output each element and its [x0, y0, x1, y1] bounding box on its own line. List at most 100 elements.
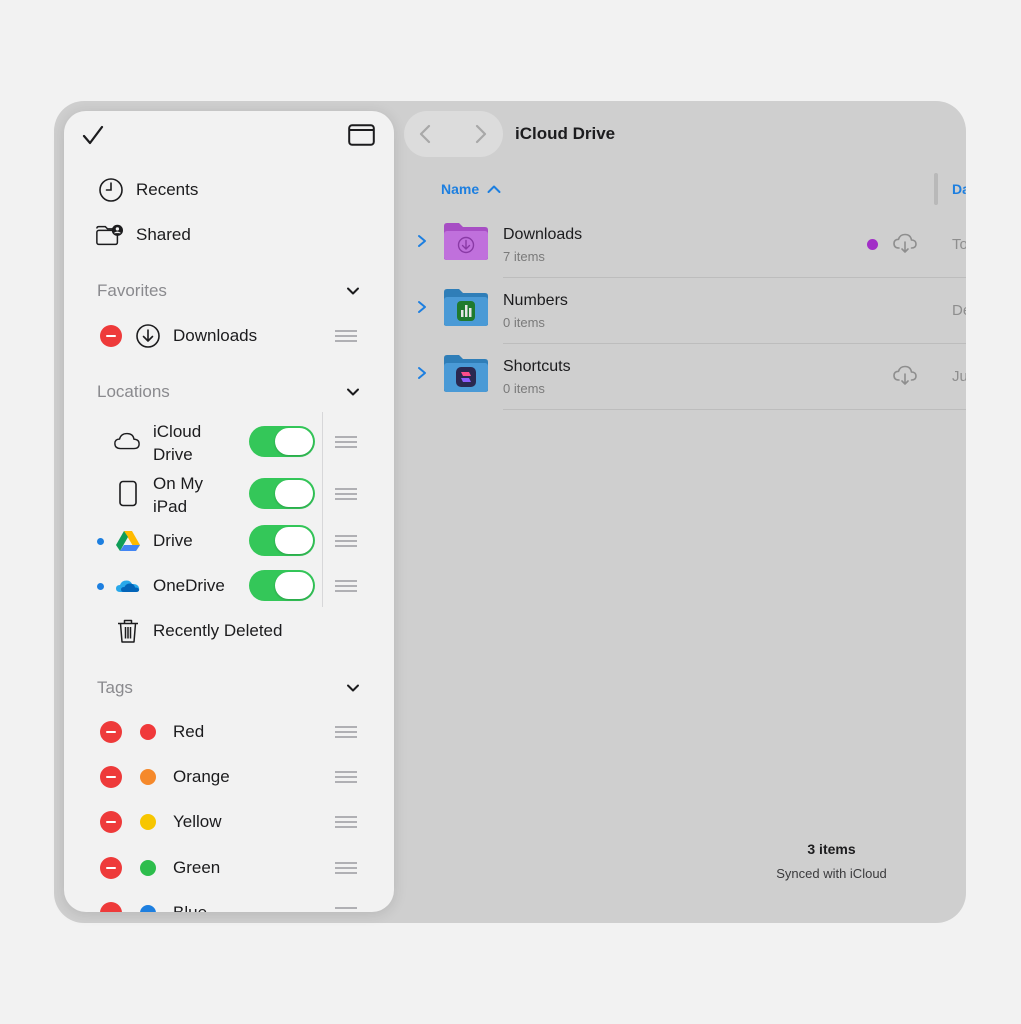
tag-item-yellow[interactable]: Yellow: [64, 802, 394, 842]
file-name: Shortcuts: [503, 358, 571, 375]
blue-tag-dot: [140, 905, 156, 912]
page-title: iCloud Drive: [515, 124, 616, 143]
row-divider: [503, 409, 966, 410]
location-item-on-my-ipad[interactable]: On My iPad: [64, 471, 394, 517]
clock-icon: [99, 178, 123, 202]
file-row-shortcuts[interactable]: Shortcuts 0 items Ju: [404, 344, 966, 410]
sidebar-toggle-icon[interactable]: [348, 124, 375, 146]
drive-toggle[interactable]: [249, 525, 315, 556]
icloud-drive-toggle[interactable]: [249, 426, 315, 457]
sidebar-item-label: Green: [173, 858, 221, 877]
cloud-download-icon[interactable]: [892, 364, 918, 386]
sidebar-item-label: Downloads: [173, 326, 258, 345]
tag-item-blue[interactable]: Blue: [64, 893, 394, 912]
file-date: Ju: [952, 368, 966, 385]
new-location-dot: [97, 583, 104, 590]
download-folder-icon: [444, 223, 488, 260]
tag-item-orange[interactable]: Orange: [64, 757, 394, 797]
remove-button[interactable]: [100, 325, 122, 347]
disclosure-chevron-icon[interactable]: [415, 366, 429, 380]
sidebar-item-label: Drive: [153, 531, 193, 550]
item-count: 3 items: [807, 841, 856, 857]
chevron-down-icon[interactable]: [345, 283, 361, 299]
on-my-ipad-toggle[interactable]: [249, 478, 315, 509]
remove-button[interactable]: [100, 857, 122, 879]
sidebar-item-recents[interactable]: Recents: [64, 170, 394, 210]
sidebar-item-shared[interactable]: Shared: [64, 215, 394, 255]
cloud-icon: [114, 432, 140, 450]
tag-item-red[interactable]: Red: [64, 712, 394, 752]
favorite-item-downloads[interactable]: Downloads: [64, 316, 394, 356]
chevron-down-icon[interactable]: [345, 680, 361, 696]
yellow-tag-dot: [140, 814, 156, 830]
orange-tag-dot: [140, 769, 156, 785]
sort-ascending-icon: [487, 185, 501, 193]
reorder-handle[interactable]: [335, 862, 357, 874]
sidebar-item-label: Red: [173, 722, 205, 741]
reorder-handle[interactable]: [335, 436, 357, 448]
tag-item-green[interactable]: Green: [64, 848, 394, 888]
toggle-knob: [275, 428, 313, 455]
file-date: De: [952, 302, 966, 319]
name-column-label: Name: [441, 181, 480, 197]
navigation-controls: [404, 111, 503, 157]
sidebar-item-label: Recently Deleted: [153, 621, 283, 640]
name-column-header[interactable]: Name: [441, 181, 501, 197]
forward-chevron-icon[interactable]: [468, 122, 492, 146]
reorder-handle[interactable]: [335, 535, 357, 547]
sidebar: Recents Shared Favorites Downloads Locat…: [64, 111, 394, 912]
location-item-recently-deleted[interactable]: Recently Deleted: [64, 611, 394, 651]
remove-button[interactable]: [100, 811, 122, 833]
trash-icon: [118, 619, 138, 643]
reorder-handle[interactable]: [335, 726, 357, 738]
sidebar-item-label: Yellow: [173, 812, 222, 831]
reorder-handle[interactable]: [335, 816, 357, 828]
file-row-numbers[interactable]: Numbers 0 items De: [404, 278, 966, 344]
reorder-handle[interactable]: [335, 771, 357, 783]
chevron-down-icon[interactable]: [345, 384, 361, 400]
sidebar-item-label: On My iPad: [153, 474, 204, 516]
sidebar-item-label: Recents: [136, 180, 199, 199]
ipad-icon: [119, 480, 137, 507]
toggle-knob: [275, 572, 313, 599]
download-icon: [136, 324, 160, 348]
location-item-icloud-drive[interactable]: iCloud Drive: [64, 419, 394, 465]
shortcuts-folder-icon: [444, 355, 488, 392]
disclosure-chevron-icon[interactable]: [415, 300, 429, 314]
reorder-handle[interactable]: [335, 488, 357, 500]
date-column-header[interactable]: Da: [952, 181, 966, 197]
sync-status: Synced with iCloud: [776, 866, 887, 881]
file-name: Downloads: [503, 226, 583, 243]
onedrive-toggle[interactable]: [249, 570, 315, 601]
remove-button[interactable]: [100, 721, 122, 743]
done-checkmark-icon[interactable]: [80, 123, 106, 149]
locations-section-header: Locations: [97, 382, 170, 401]
file-row-downloads[interactable]: Downloads 7 items To: [404, 212, 966, 278]
sidebar-item-label: Blue: [173, 903, 207, 912]
column-resize-handle[interactable]: [934, 173, 938, 205]
location-item-onedrive[interactable]: OneDrive: [64, 566, 394, 606]
cloud-download-icon[interactable]: [892, 232, 918, 254]
red-tag-dot: [140, 724, 156, 740]
remove-button[interactable]: [100, 902, 122, 912]
file-item-count: 7 items: [503, 249, 545, 264]
remove-button[interactable]: [100, 766, 122, 788]
purple-tag-dot: [867, 239, 878, 250]
sidebar-item-label: Shared: [136, 225, 191, 244]
back-chevron-icon[interactable]: [414, 122, 438, 146]
sidebar-item-label: iCloud Drive: [153, 422, 202, 464]
shared-folder-icon: [96, 224, 123, 246]
google-drive-icon: [116, 531, 140, 551]
file-name: Numbers: [503, 292, 568, 309]
location-item-drive[interactable]: Drive: [64, 521, 394, 561]
reorder-handle[interactable]: [335, 907, 357, 912]
disclosure-chevron-icon[interactable]: [415, 234, 429, 248]
file-date: To: [952, 236, 966, 253]
reorder-handle[interactable]: [335, 580, 357, 592]
sidebar-item-label: OneDrive: [153, 576, 225, 595]
tags-section-header: Tags: [97, 678, 133, 697]
reorder-handle[interactable]: [335, 330, 357, 342]
sidebar-item-label: Orange: [173, 767, 230, 786]
new-location-dot: [97, 538, 104, 545]
toggle-knob: [275, 480, 313, 507]
